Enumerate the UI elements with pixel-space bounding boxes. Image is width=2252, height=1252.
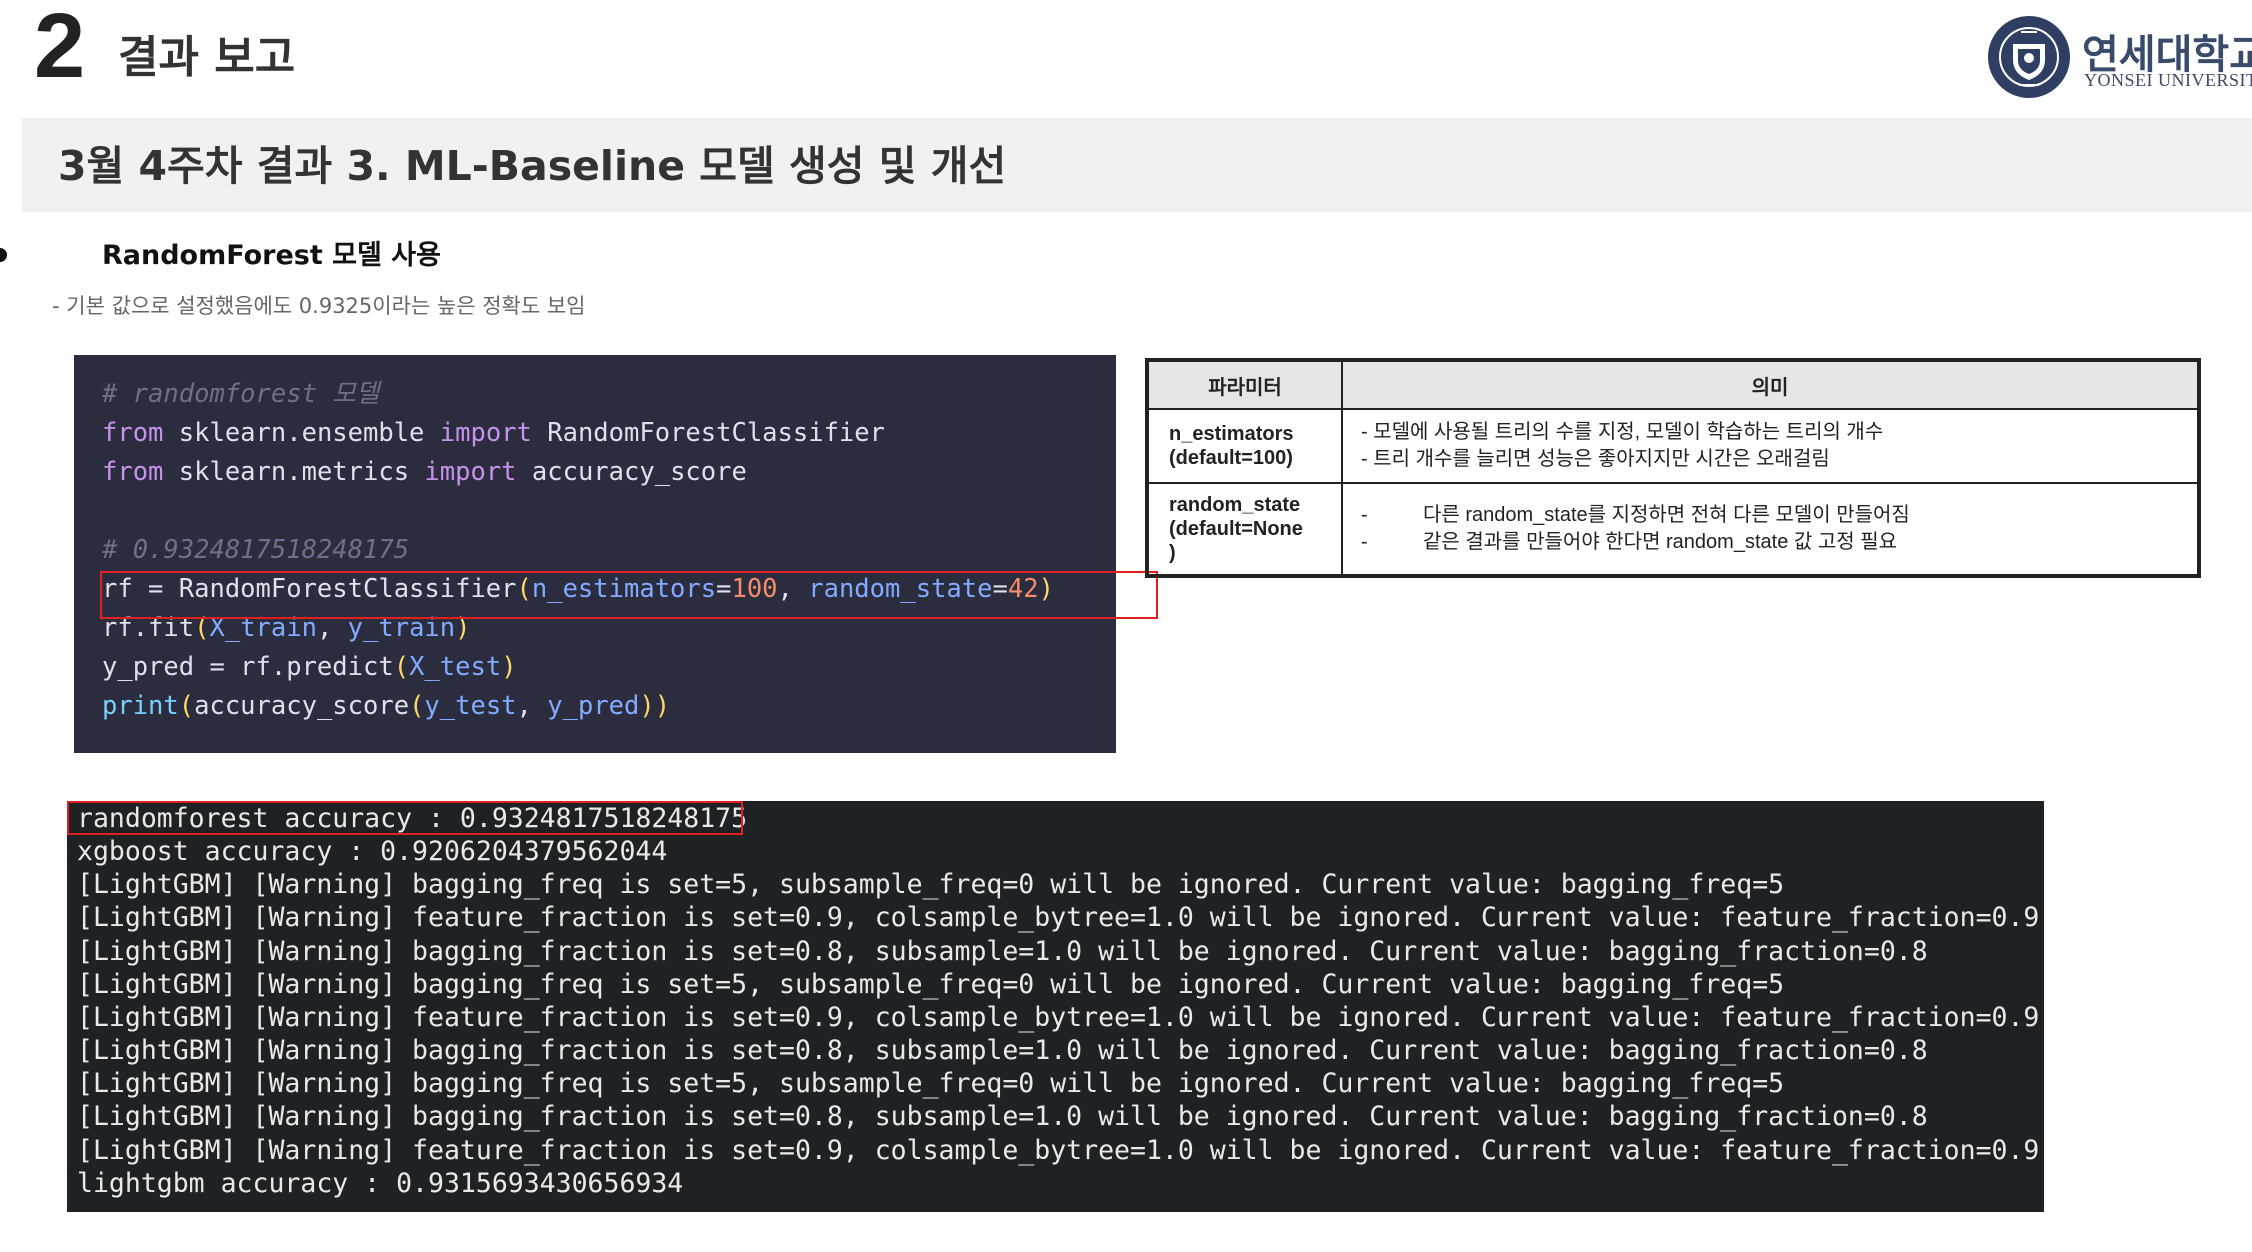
code-text: RandomForestClassifier: [531, 418, 885, 448]
param-desc-line: - 트리 개수를 늘리면 성능은 좋아지지만 시간은 오래걸림: [1361, 448, 1830, 470]
terminal-line: [LightGBM] [Warning] bagging_freq is set…: [77, 1068, 1785, 1099]
param-name: n_estimators: [1169, 423, 1294, 445]
code-paren: ): [501, 652, 517, 682]
code-function: print: [102, 691, 179, 721]
parameter-table: 파라미터 의미 n_estimators (default=100) - 모델에…: [1145, 358, 2201, 578]
terminal-line: [LightGBM] [Warning] feature_fraction is…: [77, 902, 2040, 933]
param-desc-line: - 같은 결과를 만들어야 한다면 random_state 값 고정 필요: [1361, 529, 2197, 556]
terminal-line: [LightGBM] [Warning] bagging_fraction is…: [77, 1035, 1928, 1066]
terminal-line: [LightGBM] [Warning] feature_fraction is…: [77, 1002, 2040, 1033]
code-text: accuracy_score: [516, 457, 747, 487]
param-default: (default=None: [1169, 518, 1303, 540]
param-desc-line: - 다른 random_state를 지정하면 전혀 다른 모델이 만들어짐: [1361, 502, 2197, 529]
code-line-import-ensemble: from sklearn.ensemble import RandomFores…: [102, 418, 885, 448]
terminal-line: [LightGBM] [Warning] bagging_fraction is…: [77, 1101, 1928, 1132]
bullet-heading: RandomForest 모델 사용: [102, 240, 441, 271]
param-default: (default=100): [1169, 447, 1293, 469]
code-keyword: from: [102, 418, 164, 448]
code-comment: # randomforest 모델: [102, 379, 380, 409]
code-paren: (: [393, 652, 410, 682]
code-paren: ): [654, 691, 671, 721]
code-arg: y_test: [424, 691, 517, 721]
subtitle-band: 3월 4주차 결과 3. ML-Baseline 모델 생성 및 개선: [22, 118, 2252, 212]
code-paren: ): [639, 691, 655, 721]
section-number: 2: [34, 0, 86, 97]
section-title: 결과 보고: [118, 32, 296, 83]
university-logo: 연세대학교 YONSEI UNIVERSITY: [1986, 14, 2252, 98]
code-keyword: import: [424, 457, 517, 487]
code-line-print: print(accuracy_score(y_test, y_pred)): [102, 691, 671, 721]
code-text: sklearn.metrics: [163, 457, 425, 487]
code-paren: (: [409, 691, 425, 721]
header-meaning: 의미: [1341, 360, 2199, 410]
code-paren: (: [178, 691, 195, 721]
terminal-line: [LightGBM] [Warning] bagging_fraction is…: [77, 936, 1928, 967]
param-desc-text: 같은 결과를 만들어야 한다면 random_state 값 고정 필요: [1423, 531, 1897, 553]
code-highlight-box: [100, 571, 1158, 619]
code-line-import-metrics: from sklearn.metrics import accuracy_sco…: [102, 457, 747, 487]
code-text: accuracy_score: [194, 691, 410, 721]
terminal-line: xgboost accuracy : 0.9206204379562044: [77, 836, 668, 867]
terminal-line: [LightGBM] [Warning] feature_fraction is…: [77, 1135, 2040, 1166]
table-row: n_estimators (default=100) - 모델에 사용될 트리의…: [1147, 408, 2199, 484]
code-keyword: from: [102, 457, 164, 487]
slide-subtitle: 3월 4주차 결과 3. ML-Baseline 모델 생성 및 개선: [58, 142, 1007, 190]
code-keyword: import: [439, 418, 532, 448]
code-text: ,: [516, 691, 548, 721]
logo-english-name: YONSEI UNIVERSITY: [2084, 70, 2252, 90]
param-default-close: ): [1169, 542, 1176, 564]
code-arg: X_test: [409, 652, 502, 682]
param-desc-cell: - 다른 random_state를 지정하면 전혀 다른 모델이 만들어짐 - 같…: [1341, 482, 2199, 576]
header-parameter: 파라미터: [1147, 360, 1343, 410]
param-desc-cell: - 모델에 사용될 트리의 수를 지정, 모델이 학습하는 트리의 개수 - 트…: [1341, 408, 2199, 484]
code-line-fit: rf.fit(X_train, y_train): [102, 615, 471, 642]
param-name: random_state: [1169, 494, 1301, 516]
table-row: random_state (default=None ) - 다른 random_…: [1147, 482, 2199, 576]
param-desc-line: - 모델에 사용될 트리의 수를 지정, 모델이 학습하는 트리의 개수: [1361, 421, 1884, 443]
code-text: y_pred = rf.predict: [102, 652, 394, 682]
university-seal-icon: [1988, 16, 2070, 98]
bullet-dot-icon: [0, 248, 7, 262]
terminal-highlight-box: [67, 801, 743, 835]
terminal-line: [LightGBM] [Warning] bagging_freq is set…: [77, 869, 1785, 900]
code-arg: y_pred: [547, 691, 640, 721]
code-line-predict: y_pred = rf.predict(X_test): [102, 652, 517, 682]
param-desc-text: 다른 random_state를 지정하면 전혀 다른 모델이 만들어짐: [1423, 504, 1910, 526]
list-dash: -: [1361, 531, 1368, 553]
param-name-cell: n_estimators (default=100): [1147, 408, 1343, 484]
terminal-output: randomforest accuracy : 0.93248175182481…: [67, 801, 2044, 1212]
terminal-line: lightgbm accuracy : 0.9315693430656934: [77, 1168, 684, 1199]
terminal-line: [LightGBM] [Warning] bagging_freq is set…: [77, 969, 1785, 1000]
param-name-cell: random_state (default=None ): [1147, 482, 1343, 576]
code-comment: # 0.9324817518248175: [102, 535, 410, 565]
bullet-description: - 기본 값으로 설정했음에도 0.9325이라는 높은 정확도 보임: [52, 294, 586, 318]
code-block: # randomforest 모델 from sklearn.ensemble …: [74, 355, 1158, 753]
table-header-row: 파라미터 의미: [1147, 360, 2199, 410]
code-text: sklearn.ensemble: [163, 418, 440, 448]
list-dash: -: [1361, 504, 1368, 526]
